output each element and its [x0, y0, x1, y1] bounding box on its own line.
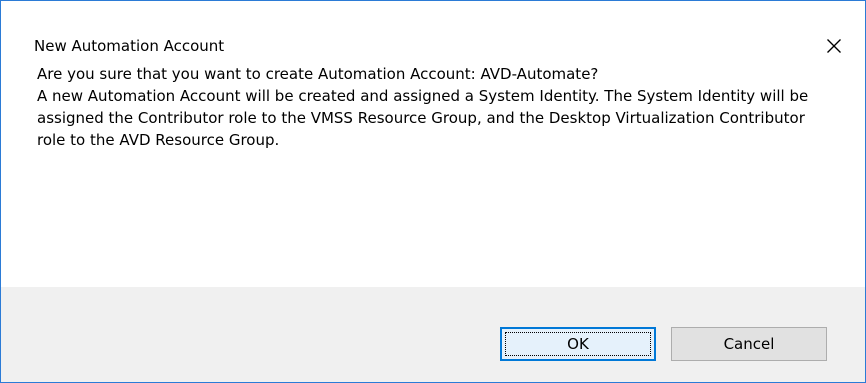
confirmation-question: Are you sure that you want to create Aut…	[37, 65, 599, 83]
cancel-button[interactable]: Cancel	[671, 327, 827, 361]
dialog-message: Are you sure that you want to create Aut…	[37, 63, 837, 151]
ok-button-label: OK	[567, 335, 589, 353]
close-button[interactable]	[817, 29, 851, 63]
window-title: New Automation Account	[34, 37, 225, 55]
message-dialog: New Automation Account Are you sure that…	[0, 0, 866, 383]
confirmation-details: A new Automation Account will be created…	[37, 87, 809, 149]
title-bar[interactable]: New Automation Account	[1, 1, 865, 61]
dialog-footer: OK Cancel	[1, 287, 865, 382]
close-icon	[827, 39, 841, 53]
cancel-button-label: Cancel	[723, 335, 775, 353]
ok-button[interactable]: OK	[500, 327, 656, 361]
